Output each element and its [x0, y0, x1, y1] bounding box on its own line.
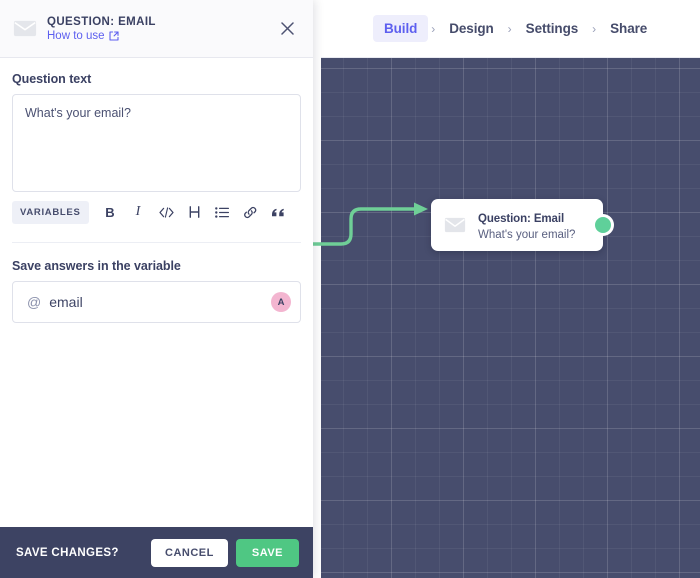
flow-node-subtitle: What's your email? [478, 229, 576, 242]
variable-input[interactable]: @ email A [12, 281, 301, 323]
question-settings-panel: QUESTION: EMAIL How to use Question text… [0, 0, 313, 578]
variables-button[interactable]: VARIABLES [12, 200, 89, 224]
top-navigation: Build › Design › Settings › Share [321, 0, 700, 58]
flow-node-title: Question: Email [478, 212, 565, 225]
app-root: Question: Email What's your email? Build… [0, 0, 700, 578]
flow-connector [309, 202, 428, 246]
bold-icon[interactable]: B [98, 200, 123, 224]
panel-header-text: QUESTION: EMAIL How to use [47, 16, 275, 42]
section-divider [12, 242, 301, 243]
save-changes-label: SAVE CHANGES? [16, 546, 119, 559]
italic-icon[interactable]: I [126, 200, 151, 224]
quote-icon[interactable] [266, 200, 291, 224]
rich-text-toolbar: VARIABLES B I [12, 200, 301, 226]
heading-icon[interactable] [182, 200, 207, 224]
nav-separator-3: › [592, 21, 597, 36]
tab-share[interactable]: Share [599, 15, 658, 42]
close-icon[interactable] [275, 17, 299, 41]
panel-body: Question text What's your email? VARIABL… [0, 58, 313, 527]
at-symbol-icon: @ [27, 294, 42, 310]
tab-settings[interactable]: Settings [515, 15, 589, 42]
link-icon[interactable] [238, 200, 263, 224]
cancel-button[interactable]: CANCEL [151, 538, 228, 567]
variable-label: Save answers in the variable [12, 259, 181, 273]
flow-canvas[interactable]: Question: Email What's your email? [309, 58, 700, 578]
panel-header: QUESTION: EMAIL How to use [0, 0, 313, 58]
bullet-list-icon[interactable] [210, 200, 235, 224]
nav-separator-2: › [507, 21, 512, 36]
external-link-icon [108, 30, 119, 41]
how-to-use-label: How to use [47, 29, 105, 42]
variable-name-value: email [49, 294, 83, 310]
question-text-input[interactable]: What's your email? [12, 94, 301, 192]
save-button[interactable]: SAVE [235, 538, 299, 567]
save-changes-bar: SAVE CHANGES? CANCEL SAVE [0, 527, 313, 578]
panel-title: QUESTION: EMAIL [47, 15, 156, 28]
code-icon[interactable] [154, 200, 179, 224]
envelope-icon [12, 16, 38, 42]
nav-separator-1: › [431, 21, 436, 36]
envelope-icon [443, 213, 467, 237]
tab-build[interactable]: Build [373, 15, 429, 42]
question-text-label: Question text [12, 72, 92, 86]
how-to-use-link[interactable]: How to use [47, 30, 275, 42]
flow-node-question-email[interactable]: Question: Email What's your email? [431, 199, 611, 251]
variable-type-badge: A [271, 292, 291, 312]
tab-design[interactable]: Design [438, 15, 504, 42]
flow-node-text: Question: Email What's your email? [478, 208, 593, 243]
flow-node-output-port[interactable] [595, 217, 611, 233]
